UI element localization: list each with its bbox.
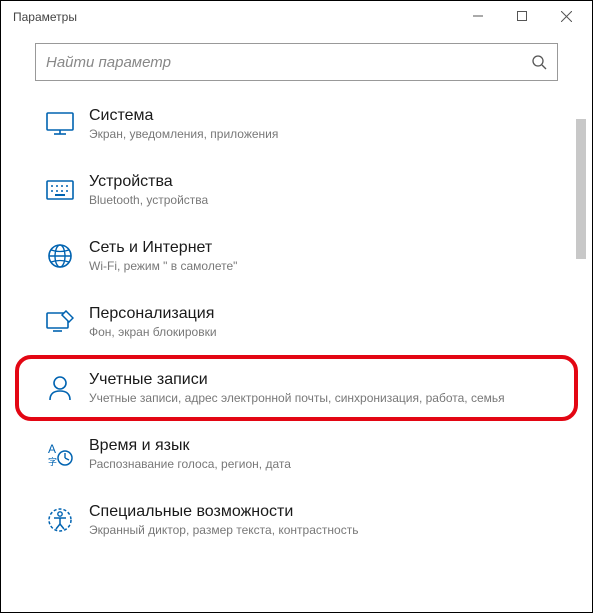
category-text: Сеть и Интернет Wi-Fi, режим " в самолет…: [89, 239, 572, 273]
svg-text:字: 字: [48, 456, 57, 467]
category-time-language[interactable]: A字 Время и язык Распознавание голоса, ре…: [1, 421, 592, 487]
category-title: Специальные возможности: [89, 503, 572, 521]
search-input[interactable]: [46, 54, 531, 71]
category-title: Персонализация: [89, 305, 572, 323]
category-desc: Bluetooth, устройства: [89, 193, 572, 207]
window-controls: [456, 1, 588, 31]
categories-list: Система Экран, уведомления, приложения У…: [1, 83, 592, 553]
category-desc: Распознавание голоса, регион, дата: [89, 457, 572, 471]
globe-icon: [45, 241, 75, 271]
category-desc: Экранный диктор, размер текста, контраст…: [89, 523, 572, 537]
category-title: Система: [89, 107, 572, 125]
svg-text:A: A: [48, 442, 56, 456]
category-accounts[interactable]: Учетные записи Учетные записи, адрес эле…: [15, 355, 578, 421]
category-title: Время и язык: [89, 437, 572, 455]
category-desc: Учетные записи, адрес электронной почты,…: [89, 391, 568, 405]
category-title: Устройства: [89, 173, 572, 191]
category-text: Устройства Bluetooth, устройства: [89, 173, 572, 207]
category-desc: Экран, уведомления, приложения: [89, 127, 572, 141]
display-icon: [45, 109, 75, 139]
personalization-icon: [45, 307, 75, 337]
search-box[interactable]: [35, 43, 558, 81]
scrollbar-thumb[interactable]: [576, 119, 586, 259]
category-text: Учетные записи Учетные записи, адрес эле…: [89, 371, 568, 405]
keyboard-icon: [45, 175, 75, 205]
time-language-icon: A字: [45, 439, 75, 469]
maximize-button[interactable]: [500, 1, 544, 31]
category-ease-of-access[interactable]: Специальные возможности Экранный диктор,…: [1, 487, 592, 553]
category-text: Система Экран, уведомления, приложения: [89, 107, 572, 141]
category-personalization[interactable]: Персонализация Фон, экран блокировки: [1, 289, 592, 355]
category-text: Специальные возможности Экранный диктор,…: [89, 503, 572, 537]
person-icon: [45, 373, 75, 403]
ease-of-access-icon: [45, 505, 75, 535]
search-container: [1, 33, 592, 83]
category-devices[interactable]: Устройства Bluetooth, устройства: [1, 157, 592, 223]
window-title: Параметры: [13, 10, 77, 24]
category-desc: Фон, экран блокировки: [89, 325, 572, 339]
category-text: Время и язык Распознавание голоса, регио…: [89, 437, 572, 471]
category-network[interactable]: Сеть и Интернет Wi-Fi, режим " в самолет…: [1, 223, 592, 289]
category-desc: Wi-Fi, режим " в самолете": [89, 259, 572, 273]
minimize-button[interactable]: [456, 1, 500, 31]
category-title: Сеть и Интернет: [89, 239, 572, 257]
category-text: Персонализация Фон, экран блокировки: [89, 305, 572, 339]
category-system[interactable]: Система Экран, уведомления, приложения: [1, 91, 592, 157]
search-icon: [531, 54, 547, 70]
category-title: Учетные записи: [89, 371, 568, 389]
close-button[interactable]: [544, 1, 588, 31]
